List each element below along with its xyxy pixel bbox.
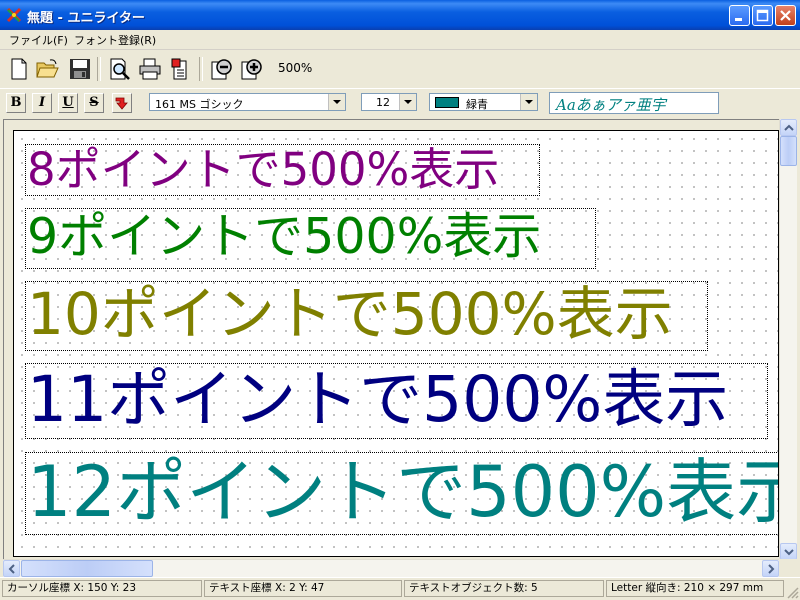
text-object-content: 8ポイントで500%表示 [27, 143, 500, 196]
vertical-scroll-thumb[interactable] [780, 136, 797, 166]
color-swatch [435, 97, 459, 108]
menu-bar: ファイル(F) フォント登録(R) [0, 30, 800, 50]
font-size-value: 12 [376, 96, 390, 109]
text-object-content: 9ポイントで500%表示 [27, 208, 542, 265]
text-color-value: 緑青 [466, 98, 488, 111]
text-direction-button[interactable] [112, 93, 132, 113]
document-canvas[interactable]: 8ポイントで500%表示 9ポイントで500%表示 10ポイントで500%表示 … [3, 119, 797, 575]
vertical-scrollbar[interactable] [779, 119, 797, 560]
status-bar: カーソル座標 X: 150 Y: 23 テキスト座標 X: 2 Y: 47 テキ… [0, 577, 800, 600]
minimize-button[interactable] [729, 5, 750, 26]
save-icon[interactable] [68, 57, 92, 81]
text-object-content: 12ポイントで500%表示 [27, 451, 779, 533]
page[interactable]: 8ポイントで500%表示 9ポイントで500%表示 10ポイントで500%表示 … [13, 130, 779, 557]
text-object-content: 10ポイントで500%表示 [27, 280, 673, 348]
text-object[interactable]: 11ポイントで500%表示 [25, 363, 768, 439]
toolbar-separator [199, 57, 203, 81]
text-object[interactable]: 10ポイントで500%表示 [25, 281, 708, 351]
font-size-combo[interactable]: 12 [361, 93, 417, 111]
text-object[interactable]: 8ポイントで500%表示 [25, 144, 540, 196]
font-name-combo[interactable]: 161 MS ゴシック [149, 93, 346, 111]
italic-button[interactable]: I [32, 93, 52, 113]
chevron-up-icon [784, 124, 794, 131]
maximize-icon [756, 9, 769, 22]
close-icon [780, 10, 791, 21]
print-preview-icon[interactable] [108, 57, 132, 81]
status-cursor-position: カーソル座標 X: 150 Y: 23 [2, 580, 202, 597]
text-object-content: 11ポイントで500%表示 [27, 363, 729, 436]
scrollbar-corner [779, 559, 797, 576]
resize-grip-icon[interactable] [786, 586, 799, 599]
chevron-down-icon[interactable] [328, 94, 345, 110]
underline-button[interactable]: U [58, 93, 78, 113]
zoom-out-icon[interactable] [210, 57, 234, 81]
text-object[interactable]: 9ポイントで500%表示 [25, 208, 596, 269]
menu-font-register[interactable]: フォント登録(R) [74, 32, 156, 48]
toolbar-separator [97, 57, 101, 81]
status-paper-size: Letter 縦向き: 210 × 297 mm [606, 580, 784, 597]
scroll-left-button[interactable] [3, 560, 20, 577]
new-file-icon[interactable] [7, 57, 31, 81]
font-name-value: 161 MS ゴシック [155, 98, 244, 111]
font-preview-text: Aaあぁアァ亜宇 [556, 96, 666, 114]
scroll-down-button[interactable] [780, 543, 797, 560]
application-window: 無題 - ユニライター ファイル(F) フォント登録(R) 500% B I U… [0, 0, 800, 600]
title-bar[interactable]: 無題 - ユニライター [0, 0, 800, 30]
chevron-right-icon [768, 564, 775, 574]
standard-toolbar: 500% [0, 52, 800, 86]
format-toolbar: B I U S 161 MS ゴシック 12 緑青 Aaあぁアァ亜宇 [0, 88, 800, 117]
status-object-count: テキストオブジェクト数: 5 [404, 580, 604, 597]
strikethrough-button[interactable]: S [84, 93, 104, 113]
text-color-combo[interactable]: 緑青 [429, 93, 538, 111]
maximize-button[interactable] [752, 5, 773, 26]
red-arrow-icon [115, 97, 128, 110]
text-object[interactable]: 12ポイントで500%表示 [25, 451, 779, 535]
font-preview: Aaあぁアァ亜宇 [549, 92, 719, 114]
status-text-position: テキスト座標 X: 2 Y: 47 [204, 580, 402, 597]
print-icon[interactable] [138, 57, 162, 81]
chevron-down-icon [784, 549, 794, 556]
scroll-right-button[interactable] [762, 560, 779, 577]
minimize-icon [735, 18, 742, 21]
horizontal-scrollbar[interactable] [3, 559, 779, 577]
scroll-up-button[interactable] [780, 119, 797, 136]
chevron-down-icon[interactable] [520, 94, 537, 110]
chevron-down-icon[interactable] [399, 94, 416, 110]
window-title: 無題 - ユニライター [27, 11, 145, 26]
close-button[interactable] [775, 5, 796, 26]
print-setup-icon[interactable] [168, 57, 192, 81]
menu-file[interactable]: ファイル(F) [9, 32, 68, 48]
open-folder-icon[interactable] [35, 57, 59, 81]
bold-button[interactable]: B [6, 93, 26, 113]
horizontal-scroll-thumb[interactable] [21, 560, 153, 577]
app-icon [6, 7, 22, 23]
chevron-left-icon [8, 564, 15, 574]
zoom-in-icon[interactable] [240, 57, 264, 81]
zoom-level: 500% [278, 61, 313, 75]
